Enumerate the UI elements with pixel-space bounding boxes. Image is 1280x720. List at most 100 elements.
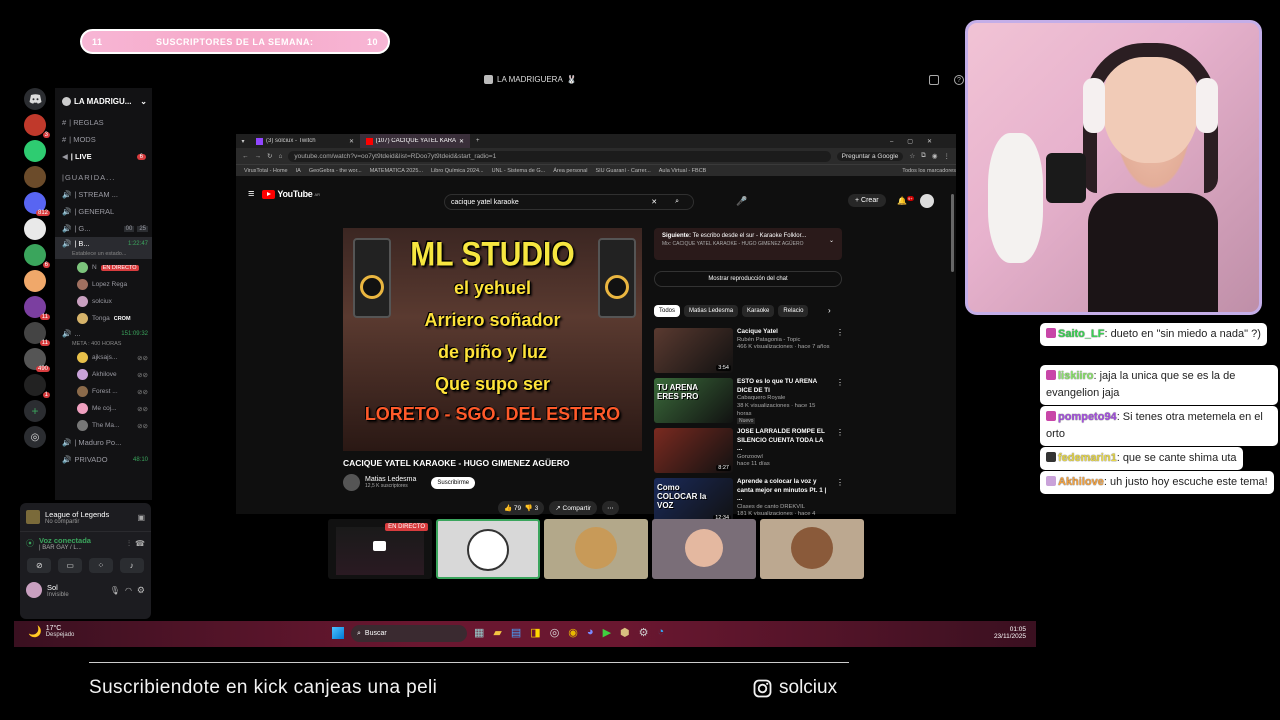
video-channel[interactable]: Gonzoowl xyxy=(737,454,830,462)
windows-start-icon[interactable] xyxy=(332,627,344,639)
video-title[interactable]: Aprende a colocar la voz y canta mejor e… xyxy=(737,478,830,504)
video-title[interactable]: JOSE LARRALDE ROMPE EL SILENCIO CUENTA T… xyxy=(737,428,830,454)
chat-username[interactable]: fedemarin1 xyxy=(1058,452,1117,464)
chat-username[interactable]: Saito_LF xyxy=(1058,328,1104,340)
home-icon[interactable]: ⌂ xyxy=(278,153,282,160)
server-icon[interactable]: 11 xyxy=(24,296,50,320)
voice-channel[interactable]: 🔊 PRIVADO 48:10 xyxy=(55,451,152,468)
clock[interactable]: 01:05 23/11/2025 xyxy=(994,626,1026,640)
taskview-icon[interactable]: ▦ xyxy=(474,626,484,639)
server-icon[interactable]: 11 xyxy=(24,322,50,346)
explore-icon[interactable]: ◎ xyxy=(24,426,46,448)
channel-item[interactable]: # | MODS xyxy=(55,131,152,148)
close-tab-icon[interactable]: ✕ xyxy=(349,138,354,145)
channel-item[interactable]: ◀ | LIVE 6 xyxy=(55,148,152,165)
help-icon[interactable]: ? xyxy=(954,75,964,85)
camera-off-button[interactable]: ⊘ xyxy=(27,558,52,573)
bookmark-item[interactable]: SIU Guaraní - Carrer... xyxy=(595,168,650,174)
chat-replay-button[interactable]: Mostrar reproducción del chat xyxy=(654,271,842,287)
discord-home-icon[interactable] xyxy=(24,88,46,110)
account-avatar[interactable] xyxy=(920,194,934,208)
steam-icon[interactable]: ⚙ xyxy=(639,626,649,639)
headphones-icon[interactable]: ◠ xyxy=(125,586,132,595)
channel-avatar[interactable] xyxy=(343,474,360,491)
game-activity[interactable]: League of Legends No compartir ▣ xyxy=(20,503,151,531)
add-server-icon[interactable]: + xyxy=(24,400,46,422)
voice-channel[interactable]: 🔊 | G... 00 25 xyxy=(55,220,152,237)
reload-icon[interactable]: ↻ xyxy=(267,152,272,160)
video-channel[interactable]: Clases de canto DREKVIL xyxy=(737,504,830,512)
weather-widget[interactable]: 🌙 17°C Despejado xyxy=(28,625,74,638)
tab-menu-icon[interactable]: ▾ xyxy=(236,138,250,145)
recommended-video[interactable]: 3:54 Cacique Yatel Rubén Patagonia - Topic… xyxy=(654,328,844,377)
server-icon[interactable]: 490 xyxy=(24,348,50,372)
edge-icon[interactable]: ◔ xyxy=(658,626,665,639)
video-thumbnail[interactable]: TU ARENA ERES PRO xyxy=(654,378,733,423)
server-icon[interactable]: 812 xyxy=(24,192,50,216)
voice-user[interactable]: N EN DIRECTO xyxy=(55,259,152,276)
server-icon[interactable] xyxy=(24,166,46,188)
bookmark-item[interactable]: Aula Virtual - FBCB xyxy=(659,168,707,174)
voice-channel[interactable]: 🔊 | STREAM ... xyxy=(55,186,152,203)
video-options-icon[interactable]: ⋮ xyxy=(836,378,844,427)
voice-channel[interactable]: 🔊 | GENERAL xyxy=(55,203,152,220)
voice-user[interactable]: Forest ... ⊘⊘ xyxy=(55,383,152,400)
server-icon[interactable]: 3 xyxy=(24,114,50,138)
extensions-icon[interactable]: ⧉ xyxy=(921,152,926,160)
voice-search-icon[interactable]: 🎤 xyxy=(736,196,747,207)
bookmark-item[interactable]: Libro Química 2024... xyxy=(431,168,484,174)
chrome-icon[interactable]: ◉ xyxy=(568,626,578,639)
voice-user[interactable]: Me coj... ⊘⊘ xyxy=(55,400,152,417)
screen-share-button[interactable]: ▭ xyxy=(58,558,83,573)
video-options-icon[interactable]: ⋮ xyxy=(836,428,844,477)
video-title[interactable]: ESTO es lo que TU ARENA DICE DE TI xyxy=(737,378,830,395)
expand-icon[interactable]: ⌄ xyxy=(829,237,834,244)
star-icon[interactable]: ☆ xyxy=(909,152,915,160)
filter-chip[interactable]: Matias Ledesma xyxy=(684,305,739,317)
obs-icon[interactable]: ◎ xyxy=(550,626,560,639)
voice-user[interactable]: solciux xyxy=(55,293,152,310)
tab-youtube[interactable]: (107) CACIQUE YATEL KARA... ✕ xyxy=(360,134,470,148)
create-button[interactable]: + Crear xyxy=(848,194,886,207)
screen-share-icon[interactable]: ▣ xyxy=(137,513,145,522)
server-icon[interactable] xyxy=(24,218,46,240)
active-voice-channel[interactable]: 🔊 | B... 1:22:47 Establece un estado... xyxy=(55,237,152,259)
bookmark-item[interactable]: Todos los marcadores xyxy=(902,168,956,174)
filter-chip[interactable]: Karaoke xyxy=(742,305,775,317)
close-tab-icon[interactable]: ✕ xyxy=(459,138,464,145)
voice-user[interactable]: Akhilove ⊘⊘ xyxy=(55,366,152,383)
scrollbar[interactable] xyxy=(951,194,954,272)
tab-twitch[interactable]: (3) solciux - Twitch ✕ xyxy=(250,134,360,148)
filter-chip[interactable]: Relacio xyxy=(778,305,809,317)
chips-next-icon[interactable]: › xyxy=(828,306,831,315)
voice-user[interactable]: Tonga CROM xyxy=(55,310,152,327)
inbox-icon[interactable] xyxy=(929,75,939,85)
channel-item[interactable]: # | REGLAS xyxy=(55,114,152,131)
sticky-notes-icon[interactable]: ◨ xyxy=(530,626,540,639)
chat-username[interactable]: Akhilove xyxy=(1058,476,1104,488)
waveform-icon[interactable]: ⫶ xyxy=(128,539,130,549)
voice-user[interactable]: The Ma... ⊘⊘ xyxy=(55,417,152,434)
bookmark-item[interactable]: VirusTotal - Home xyxy=(244,168,288,174)
bookmark-item[interactable]: UNL - Sistema de G... xyxy=(492,168,546,174)
server-icon[interactable]: 6 xyxy=(24,244,50,268)
screen-share-tile[interactable]: EN DIRECTO xyxy=(328,519,432,579)
server-icon[interactable] xyxy=(24,270,46,292)
youtube-search-input[interactable]: cacique yatel karaoke ✕ ⌕ xyxy=(444,194,694,210)
taskbar-search[interactable]: ⌕ Buscar xyxy=(351,625,467,642)
search-icon[interactable]: ⌕ xyxy=(675,198,679,206)
discord-icon[interactable]: ◕ xyxy=(587,626,594,639)
kebab-menu-icon[interactable]: ⋮ xyxy=(944,152,951,160)
chat-username[interactable]: liskiiro xyxy=(1058,370,1093,382)
bookmark-item[interactable]: MATEMATICA 2025... xyxy=(370,168,423,174)
voice-channel[interactable]: 🔊 | Maduro Po... xyxy=(55,434,152,451)
cam-tile-anime[interactable] xyxy=(436,519,540,579)
cam-tile-dog[interactable] xyxy=(544,519,648,579)
video-options-icon[interactable]: ⋮ xyxy=(836,328,844,377)
recommended-video[interactable]: TU ARENA ERES PRO ESTO es lo que TU ARENA… xyxy=(654,378,844,427)
cam-tile-person[interactable] xyxy=(652,519,756,579)
video-player[interactable]: ML STUDIO el yehuel Arriero soñador de p… xyxy=(343,228,642,451)
video-thumbnail[interactable]: 3:54 xyxy=(654,328,733,373)
hamburger-menu-icon[interactable]: ≡ xyxy=(248,188,254,200)
url-field[interactable]: youtube.com/watch?v=oo7yt9tdeid&list=RDo… xyxy=(288,150,831,162)
